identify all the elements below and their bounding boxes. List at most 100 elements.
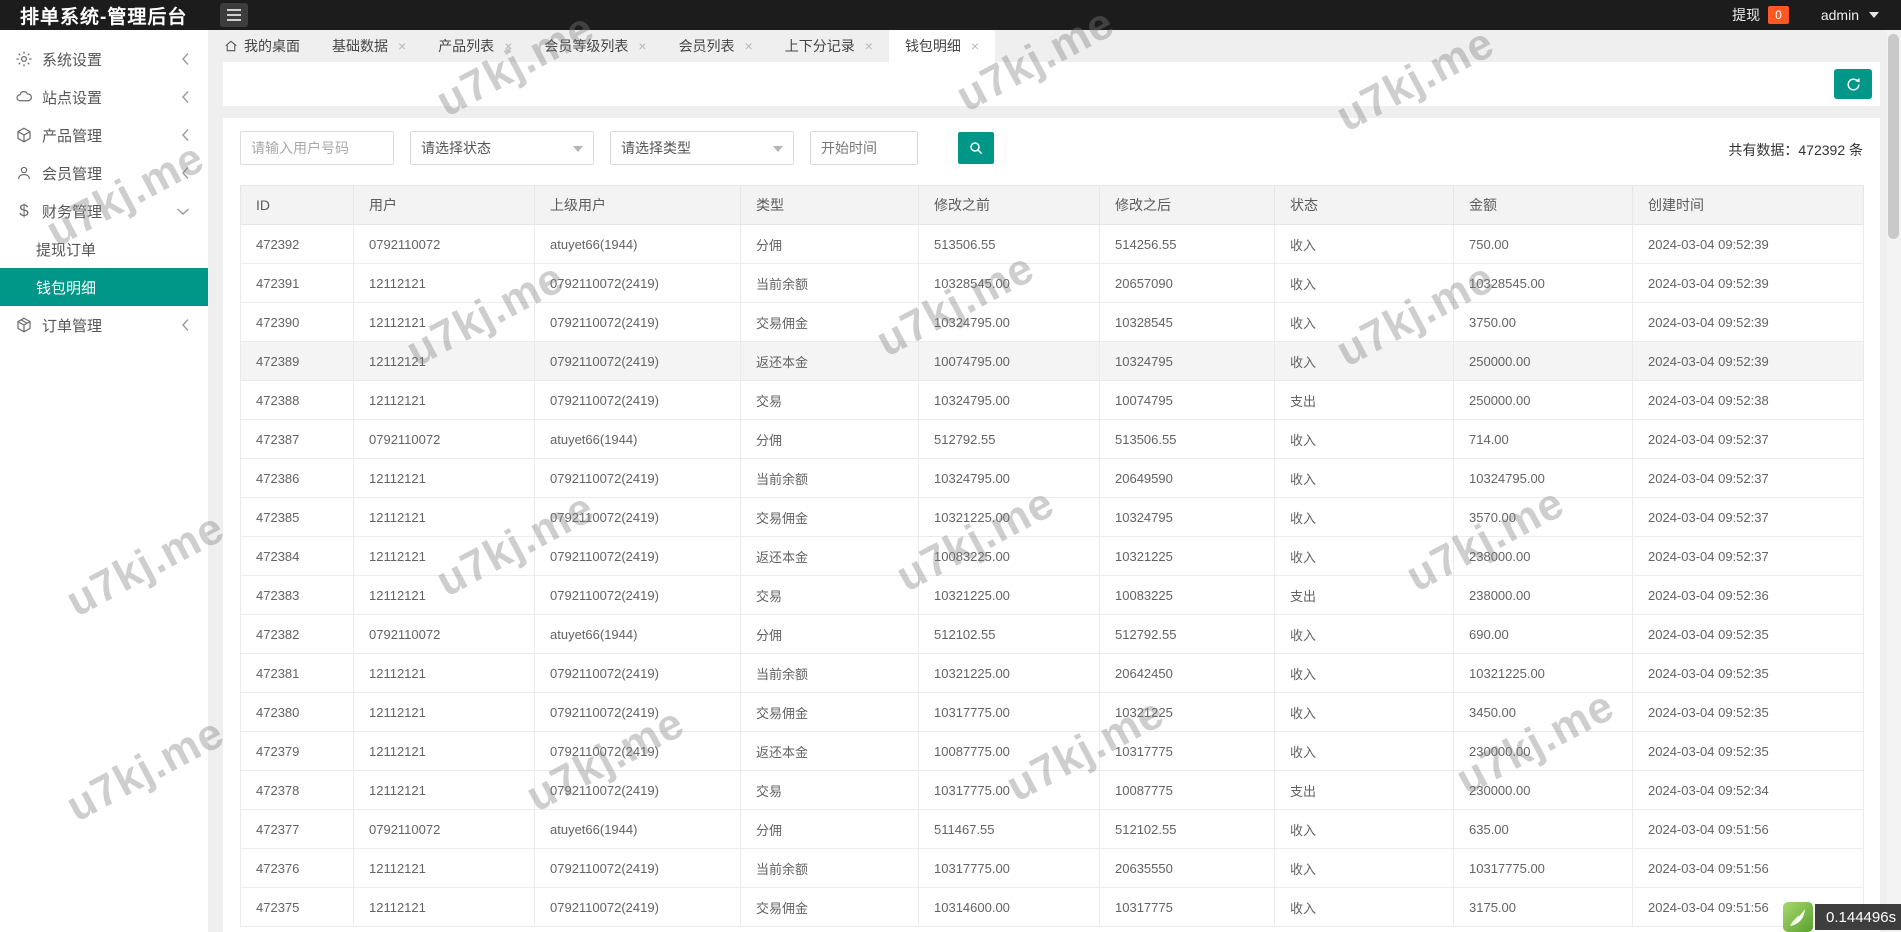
sidebar-item-system-settings[interactable]: 系统设置 <box>0 40 208 78</box>
withdraw-count-badge[interactable]: 0 <box>1768 6 1789 24</box>
search-icon <box>968 140 984 156</box>
table-cell: 12112121 <box>354 732 535 771</box>
sidebar-item-finance-management[interactable]: $ 财务管理 <box>0 192 208 230</box>
table-cell: 512792.55 <box>1100 615 1275 654</box>
table-row: 472389121121210792110072(2419)返还本金100747… <box>241 342 1864 381</box>
table-cell: 当前余额 <box>741 264 919 303</box>
table-row: 472379121121210792110072(2419)返还本金100877… <box>241 732 1864 771</box>
table-row: 4723870792110072atuyet66(1944)分佣512792.5… <box>241 420 1864 459</box>
table-cell: 238000.00 <box>1454 537 1633 576</box>
table-cell: 支出 <box>1275 576 1454 615</box>
tab-product-list[interactable]: 产品列表× <box>422 30 528 62</box>
tab-close-icon[interactable]: × <box>638 39 646 53</box>
cube-icon <box>14 125 34 145</box>
table-cell: 10321225 <box>1100 537 1275 576</box>
table-cell: 472387 <box>241 420 354 459</box>
user-number-input[interactable] <box>240 131 394 165</box>
table-cell: 12112121 <box>354 576 535 615</box>
table-cell: 472375 <box>241 888 354 927</box>
tab-label: 会员列表 <box>679 36 735 56</box>
tab-wallet-details[interactable]: 钱包明细× <box>889 30 995 62</box>
table-cell: 511467.55 <box>919 810 1100 849</box>
table-cell: 2024-03-04 09:51:56 <box>1633 849 1864 888</box>
refresh-button[interactable] <box>1834 69 1872 99</box>
tab-my-desktop[interactable]: 我的桌面 <box>208 30 316 62</box>
tab-member-level-list[interactable]: 会员等级列表 × <box>528 30 662 62</box>
filter-bar: 请选择状态 请选择类型 <box>240 131 1863 165</box>
table-cell: 分佣 <box>741 420 919 459</box>
table-cell: 20657090 <box>1100 264 1275 303</box>
table-cell: 当前余额 <box>741 459 919 498</box>
table-cell: 12112121 <box>354 654 535 693</box>
table-cell: 0792110072(2419) <box>535 264 741 303</box>
table-cell: 收入 <box>1275 264 1454 303</box>
tab-close-icon[interactable]: × <box>745 39 753 53</box>
table-row: 472386121121210792110072(2419)当前余额103247… <box>241 459 1864 498</box>
scrollbar-thumb[interactable] <box>1888 34 1899 239</box>
column-header: 修改之后 <box>1100 186 1275 225</box>
sidebar-item-member-management[interactable]: 会员管理 <box>0 154 208 192</box>
sidebar-item-order-management[interactable]: 订单管理 <box>0 306 208 344</box>
tab-close-icon[interactable]: × <box>865 39 873 53</box>
tab-close-icon[interactable]: × <box>398 39 406 53</box>
table-cell: atuyet66(1944) <box>535 615 741 654</box>
table-cell: 10328545 <box>1100 303 1275 342</box>
home-icon <box>224 39 238 53</box>
sidebar-item-withdraw-orders[interactable]: 提现订单 <box>0 230 208 268</box>
sidebar-item-site-settings[interactable]: 站点设置 <box>0 78 208 116</box>
column-header: 状态 <box>1275 186 1454 225</box>
chevron-down-icon <box>176 207 190 216</box>
table-cell: 714.00 <box>1454 420 1633 459</box>
total-count-label: 共有数据：472392 条 <box>1728 140 1863 160</box>
page-load-time[interactable]: 0.144496s <box>1815 904 1901 930</box>
table-cell: 10324795.00 <box>919 303 1100 342</box>
table-cell: 10324795 <box>1100 498 1275 537</box>
menu-toggle-button[interactable] <box>220 3 248 27</box>
start-time-input[interactable] <box>810 131 918 165</box>
table-cell: 10324795.00 <box>1454 459 1633 498</box>
table-cell: 472386 <box>241 459 354 498</box>
table-cell: 2024-03-04 09:52:35 <box>1633 654 1864 693</box>
tab-member-list[interactable]: 会员列表 × <box>663 30 769 62</box>
type-select[interactable]: 请选择类型 <box>610 131 794 165</box>
table-cell: 472378 <box>241 771 354 810</box>
table-cell: 0792110072(2419) <box>535 693 741 732</box>
table-cell: 512102.55 <box>919 615 1100 654</box>
withdraw-link[interactable]: 提现 <box>1732 5 1760 25</box>
cloud-icon <box>14 87 34 107</box>
table-cell: 2024-03-04 09:52:37 <box>1633 420 1864 459</box>
table-cell: 472388 <box>241 381 354 420</box>
tab-close-icon[interactable]: × <box>971 39 979 53</box>
thinkphp-logo-icon[interactable] <box>1783 902 1813 932</box>
user-menu[interactable]: admin <box>1821 7 1859 23</box>
column-header: 金额 <box>1454 186 1633 225</box>
sidebar-item-product-management[interactable]: 产品管理 <box>0 116 208 154</box>
column-header: 创建时间 <box>1633 186 1864 225</box>
table-cell: 472392 <box>241 225 354 264</box>
status-select[interactable]: 请选择状态 <box>410 131 594 165</box>
table-cell: 0792110072(2419) <box>535 771 741 810</box>
table-cell: 10328545.00 <box>1454 264 1633 303</box>
table-cell: 10324795.00 <box>919 459 1100 498</box>
table-cell: 3450.00 <box>1454 693 1633 732</box>
table-cell: 3175.00 <box>1454 888 1633 927</box>
table-cell: 收入 <box>1275 342 1454 381</box>
sidebar-item-wallet-details[interactable]: 钱包明细 <box>0 268 208 306</box>
table-cell: 10317775.00 <box>919 849 1100 888</box>
table-cell: 0792110072(2419) <box>535 537 741 576</box>
table-cell: 690.00 <box>1454 615 1633 654</box>
tab-label: 会员等级列表 <box>544 36 628 56</box>
table-cell: 2024-03-04 09:52:39 <box>1633 303 1864 342</box>
tab-updown-records[interactable]: 上下分记录× <box>769 30 889 62</box>
table-cell: 2024-03-04 09:52:35 <box>1633 693 1864 732</box>
sidebar-item-label: 会员管理 <box>42 163 102 184</box>
tab-basic-data[interactable]: 基础数据× <box>316 30 422 62</box>
table-cell: 12112121 <box>354 888 535 927</box>
table-row: 472376121121210792110072(2419)当前余额103177… <box>241 849 1864 888</box>
table-cell: 10083225 <box>1100 576 1275 615</box>
tab-close-icon[interactable]: × <box>504 39 512 53</box>
table-cell: 2024-03-04 09:52:34 <box>1633 771 1864 810</box>
table-cell: 交易 <box>741 576 919 615</box>
table-cell: 472389 <box>241 342 354 381</box>
search-button[interactable] <box>958 132 994 164</box>
